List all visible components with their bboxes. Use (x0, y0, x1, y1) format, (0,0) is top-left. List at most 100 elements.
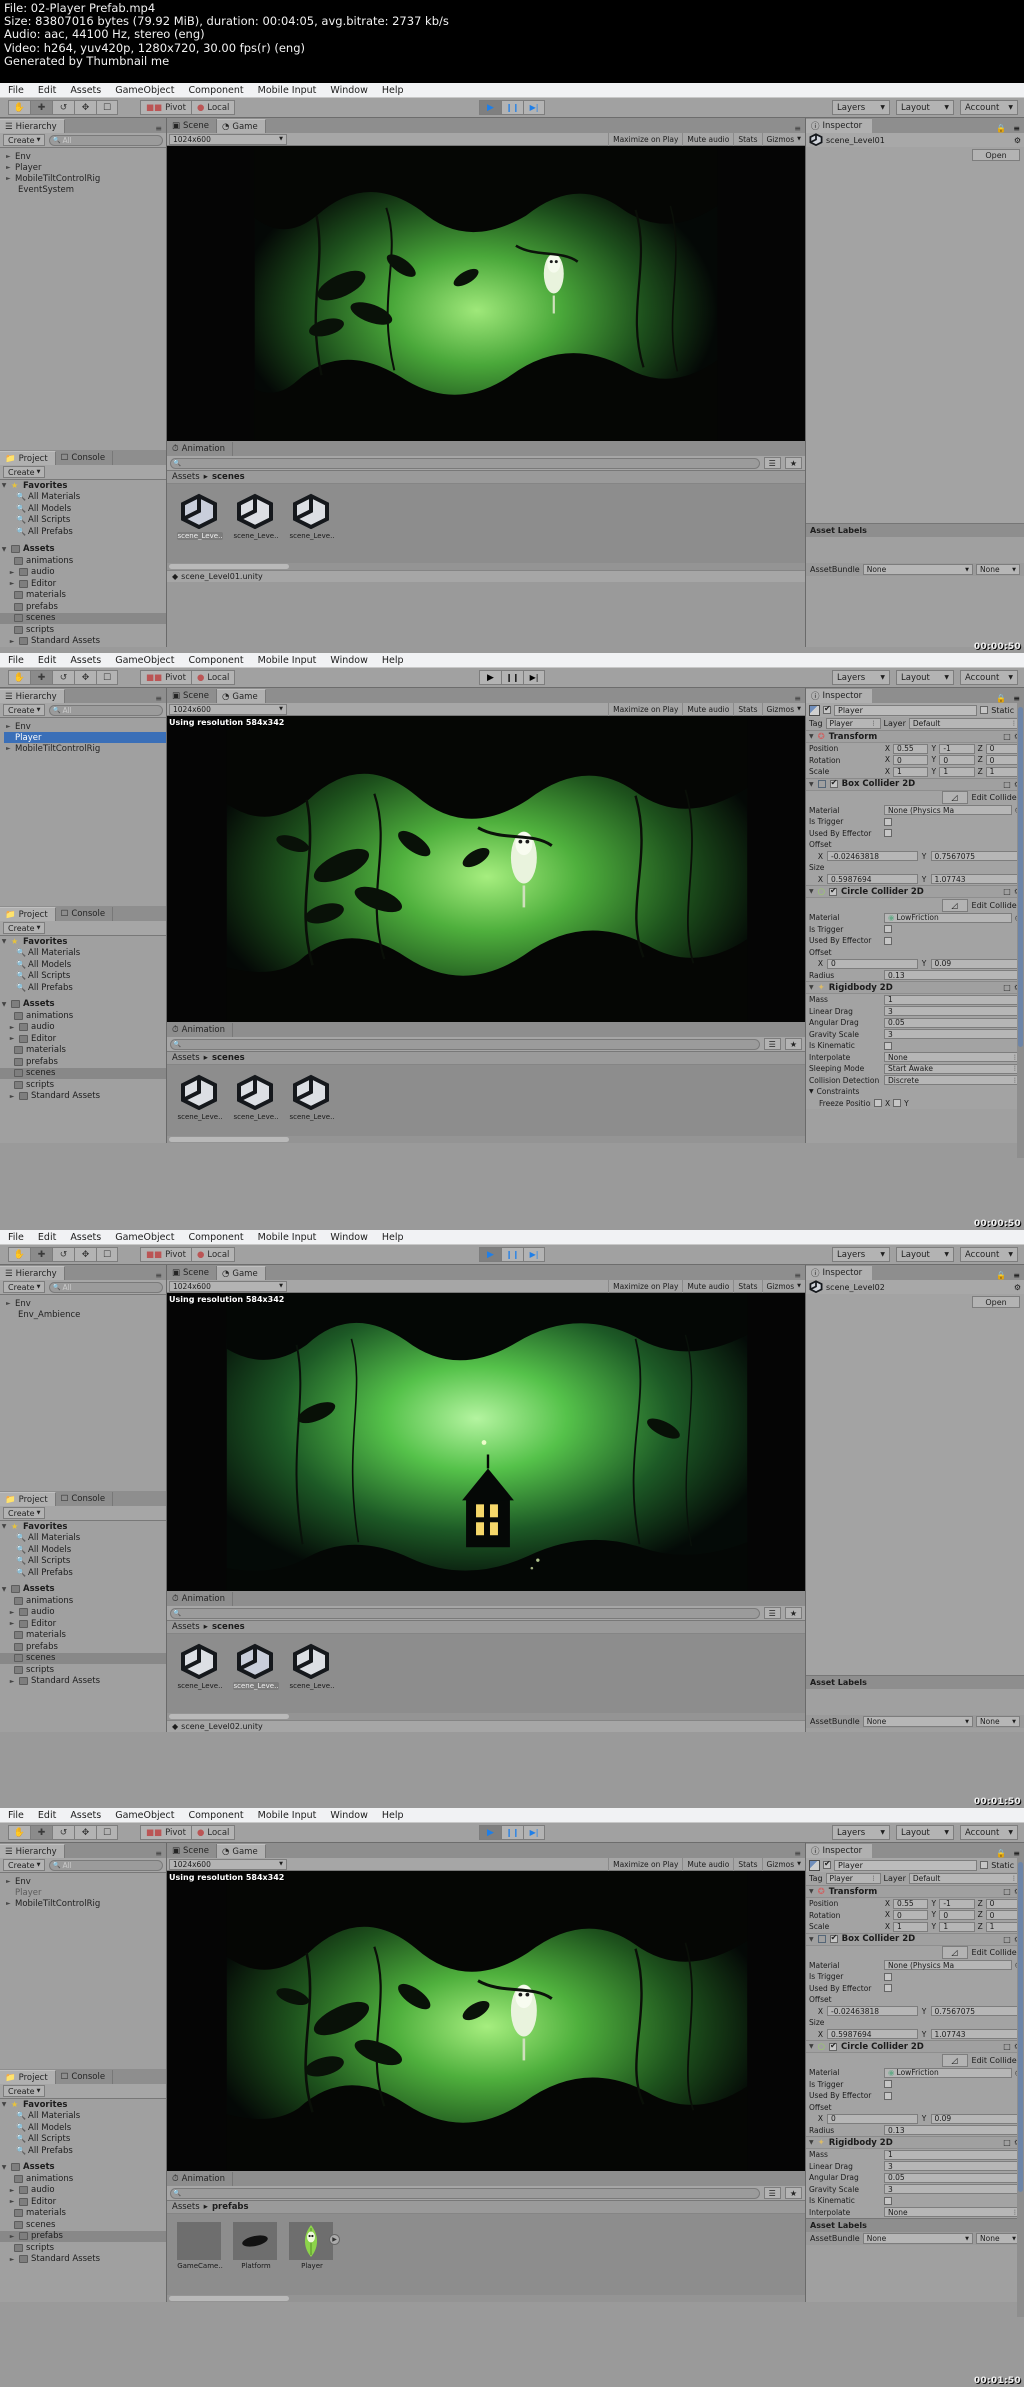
hierarchy-item-mobiletiltcontrolrig[interactable]: ► MobileTiltControlRig (4, 173, 166, 184)
box-collider-enabled-checkbox[interactable] (829, 778, 838, 788)
project-folder-scripts[interactable]: scripts (0, 624, 166, 636)
menu-item-assets[interactable]: Assets (70, 85, 101, 96)
tab-animation[interactable]: ⏱ Animation (167, 442, 233, 456)
rotate-tool-icon[interactable]: ↺ (52, 670, 74, 685)
box-material-field[interactable]: None (Physics Ma (884, 1960, 1012, 1971)
game-view-render-4[interactable]: Using resolution 584x342 (167, 1871, 805, 2171)
breadcrumb-assets[interactable]: Assets (172, 1053, 200, 1063)
component-header-transform[interactable]: ▼✪ Transform □⚙ (806, 730, 1024, 743)
project-fav-all-scripts[interactable]: 🔍 All Scripts (0, 2134, 166, 2146)
hand-tool-icon[interactable]: ✋ (8, 670, 30, 685)
static-checkbox[interactable] (980, 706, 989, 714)
project-fav-all-models[interactable]: 🔍 All Models (0, 503, 166, 515)
circle-radius-field[interactable]: 0.13 (884, 2125, 1021, 2136)
rigidbody-help-icon[interactable]: □ (1003, 2138, 1011, 2147)
breadcrumb-scenes[interactable]: scenes (212, 1053, 245, 1063)
object-name-field[interactable]: Player (834, 1859, 978, 1871)
project-assets-root[interactable]: ▼ Assets (0, 1584, 166, 1596)
project-fav-all-prefabs[interactable]: 🔍 All Prefabs (0, 526, 166, 538)
hierarchy-menu-icon[interactable]: ≡ (151, 694, 166, 703)
project-folder-standard-assets[interactable]: ► Standard Assets (0, 1676, 166, 1688)
transform-help-icon[interactable]: □ (1003, 732, 1011, 741)
asset-item-scene2[interactable]: scene_Leve.. (233, 1642, 279, 1690)
circle-collider-enabled-checkbox[interactable] (829, 886, 838, 896)
rigidbody-angular-drag-field[interactable]: 0.05 (884, 2172, 1021, 2183)
tab-inspector[interactable]: ⓘ Inspector (806, 1844, 873, 1858)
scale-tool-icon[interactable]: ✥ (74, 100, 96, 115)
project-favorites-root[interactable]: ▼ ★ Favorites (0, 1521, 166, 1533)
project-assets-root[interactable]: ▼ Assets (0, 2162, 166, 2174)
box-offset-x-field[interactable]: -0.02463818 (827, 851, 918, 862)
tab-hierarchy[interactable]: ☰ Hierarchy (0, 689, 65, 703)
project-folder-editor[interactable]: ► Editor (0, 2196, 166, 2208)
mute-audio-toggle[interactable]: Mute audio (682, 132, 733, 146)
circle-material-field[interactable]: ◉ LowFriction (884, 912, 1012, 923)
menu-item-edit[interactable]: Edit (38, 655, 56, 666)
inspector-open-button[interactable]: Open (972, 1296, 1020, 1308)
scale-tool-icon[interactable]: ✥ (74, 670, 96, 685)
project-folder-materials[interactable]: materials (0, 590, 166, 602)
asset-item-platform[interactable]: Platform (233, 2222, 279, 2270)
circle-used-by-effector-checkbox[interactable] (884, 2091, 892, 2100)
component-header-circle-collider[interactable]: ▼○ Circle Collider 2D □⚙ (806, 885, 1024, 898)
rigidbody-interpolate-dropdown[interactable]: None ⋮ (884, 1052, 1021, 1063)
project-folder-animations[interactable]: animations (0, 2173, 166, 2185)
project-create-button[interactable]: Create ▼ (3, 922, 46, 934)
scale-y-field[interactable]: 1 (939, 1921, 975, 1932)
hierarchy-item-env-ambience[interactable]: Env_Ambience (4, 1309, 166, 1320)
hierarchy-item-player[interactable]: Player (4, 732, 166, 743)
pivot-button[interactable]: ■■ Pivot (140, 1247, 191, 1262)
rigidbody-constraints-row[interactable]: ▼ Constraints (806, 1086, 1024, 1098)
gizmos-dropdown[interactable]: Gizmos ▼ (761, 132, 806, 146)
play-button[interactable]: ▶ (479, 1825, 501, 1840)
project-folder-scripts[interactable]: scripts (0, 1664, 166, 1676)
asset-item-player[interactable]: ▶ Player (289, 2222, 340, 2270)
assetbundle-variant-dropdown-1[interactable]: None ▼ (976, 564, 1020, 575)
box-edit-collider-icon[interactable]: ◿ (941, 791, 968, 804)
circle-is-trigger-checkbox[interactable] (884, 2080, 892, 2089)
menu-item-edit[interactable]: Edit (38, 1232, 56, 1243)
rotation-x-field[interactable]: 0 (893, 755, 929, 766)
tab-inspector[interactable]: ⓘ Inspector (806, 119, 873, 133)
circle-collider-help-icon[interactable]: □ (1003, 2042, 1011, 2051)
project-folder-scripts[interactable]: scripts (0, 1079, 166, 1091)
menu-item-gameobject[interactable]: GameObject (115, 85, 174, 96)
box-collider-help-icon[interactable]: □ (1003, 1935, 1011, 1944)
project-folder-audio[interactable]: ► audio (0, 1607, 166, 1619)
component-header-transform[interactable]: ▼✪ Transform □⚙ (806, 1885, 1024, 1898)
project-folder-standard-assets[interactable]: ► Standard Assets (0, 1091, 166, 1103)
project-folder-editor[interactable]: ► Editor (0, 1618, 166, 1630)
project-folder-prefabs[interactable]: prefabs (0, 1056, 166, 1068)
layers-dropdown[interactable]: Layers ▼ (832, 1825, 890, 1840)
account-dropdown[interactable]: Account ▼ (960, 1825, 1018, 1840)
play-button[interactable]: ▶ (479, 1247, 501, 1262)
project-folder-scenes[interactable]: scenes (0, 2219, 166, 2231)
box-collider-enabled-checkbox[interactable] (829, 1933, 838, 1943)
tag-dropdown[interactable]: Player ⋮ (825, 1873, 881, 1884)
tab-game[interactable]: ◔ Game (216, 689, 266, 703)
menu-item-help[interactable]: Help (382, 655, 404, 666)
scale-tool-icon[interactable]: ✥ (74, 1825, 96, 1840)
box-size-x-field[interactable]: 0.5987694 (827, 874, 918, 885)
tag-dropdown[interactable]: Player ⋮ (825, 718, 881, 729)
menu-item-help[interactable]: Help (382, 1810, 404, 1821)
project-folder-prefabs[interactable]: prefabs (0, 1641, 166, 1653)
rotate-tool-icon[interactable]: ↺ (52, 100, 74, 115)
layout-dropdown[interactable]: Layout ▼ (896, 100, 954, 115)
project-favorites-root[interactable]: ▼ ★ Favorites (0, 2099, 166, 2111)
component-header-box-collider[interactable]: ▼ Box Collider 2D □⚙ (806, 777, 1024, 791)
project-fav-all-scripts[interactable]: 🔍 All Scripts (0, 1556, 166, 1568)
project-fav-all-materials[interactable]: 🔍 All Materials (0, 1533, 166, 1545)
step-button[interactable]: ▶| (523, 1825, 545, 1840)
scale-x-field[interactable]: 1 (893, 1921, 929, 1932)
breadcrumb-scenes[interactable]: scenes (212, 472, 245, 482)
hand-tool-icon[interactable]: ✋ (8, 100, 30, 115)
project-fav-all-materials[interactable]: 🔍 All Materials (0, 948, 166, 960)
gizmos-dropdown[interactable]: Gizmos ▼ (761, 702, 806, 716)
circle-offset-x-field[interactable]: 0 (827, 2113, 918, 2124)
account-dropdown[interactable]: Account ▼ (960, 1247, 1018, 1262)
menu-item-gameobject[interactable]: GameObject (115, 1232, 174, 1243)
tab-inspector[interactable]: ⓘ Inspector (806, 1266, 873, 1280)
rotation-z-field[interactable]: 0 (985, 755, 1021, 766)
position-z-field[interactable]: 0 (985, 743, 1021, 754)
